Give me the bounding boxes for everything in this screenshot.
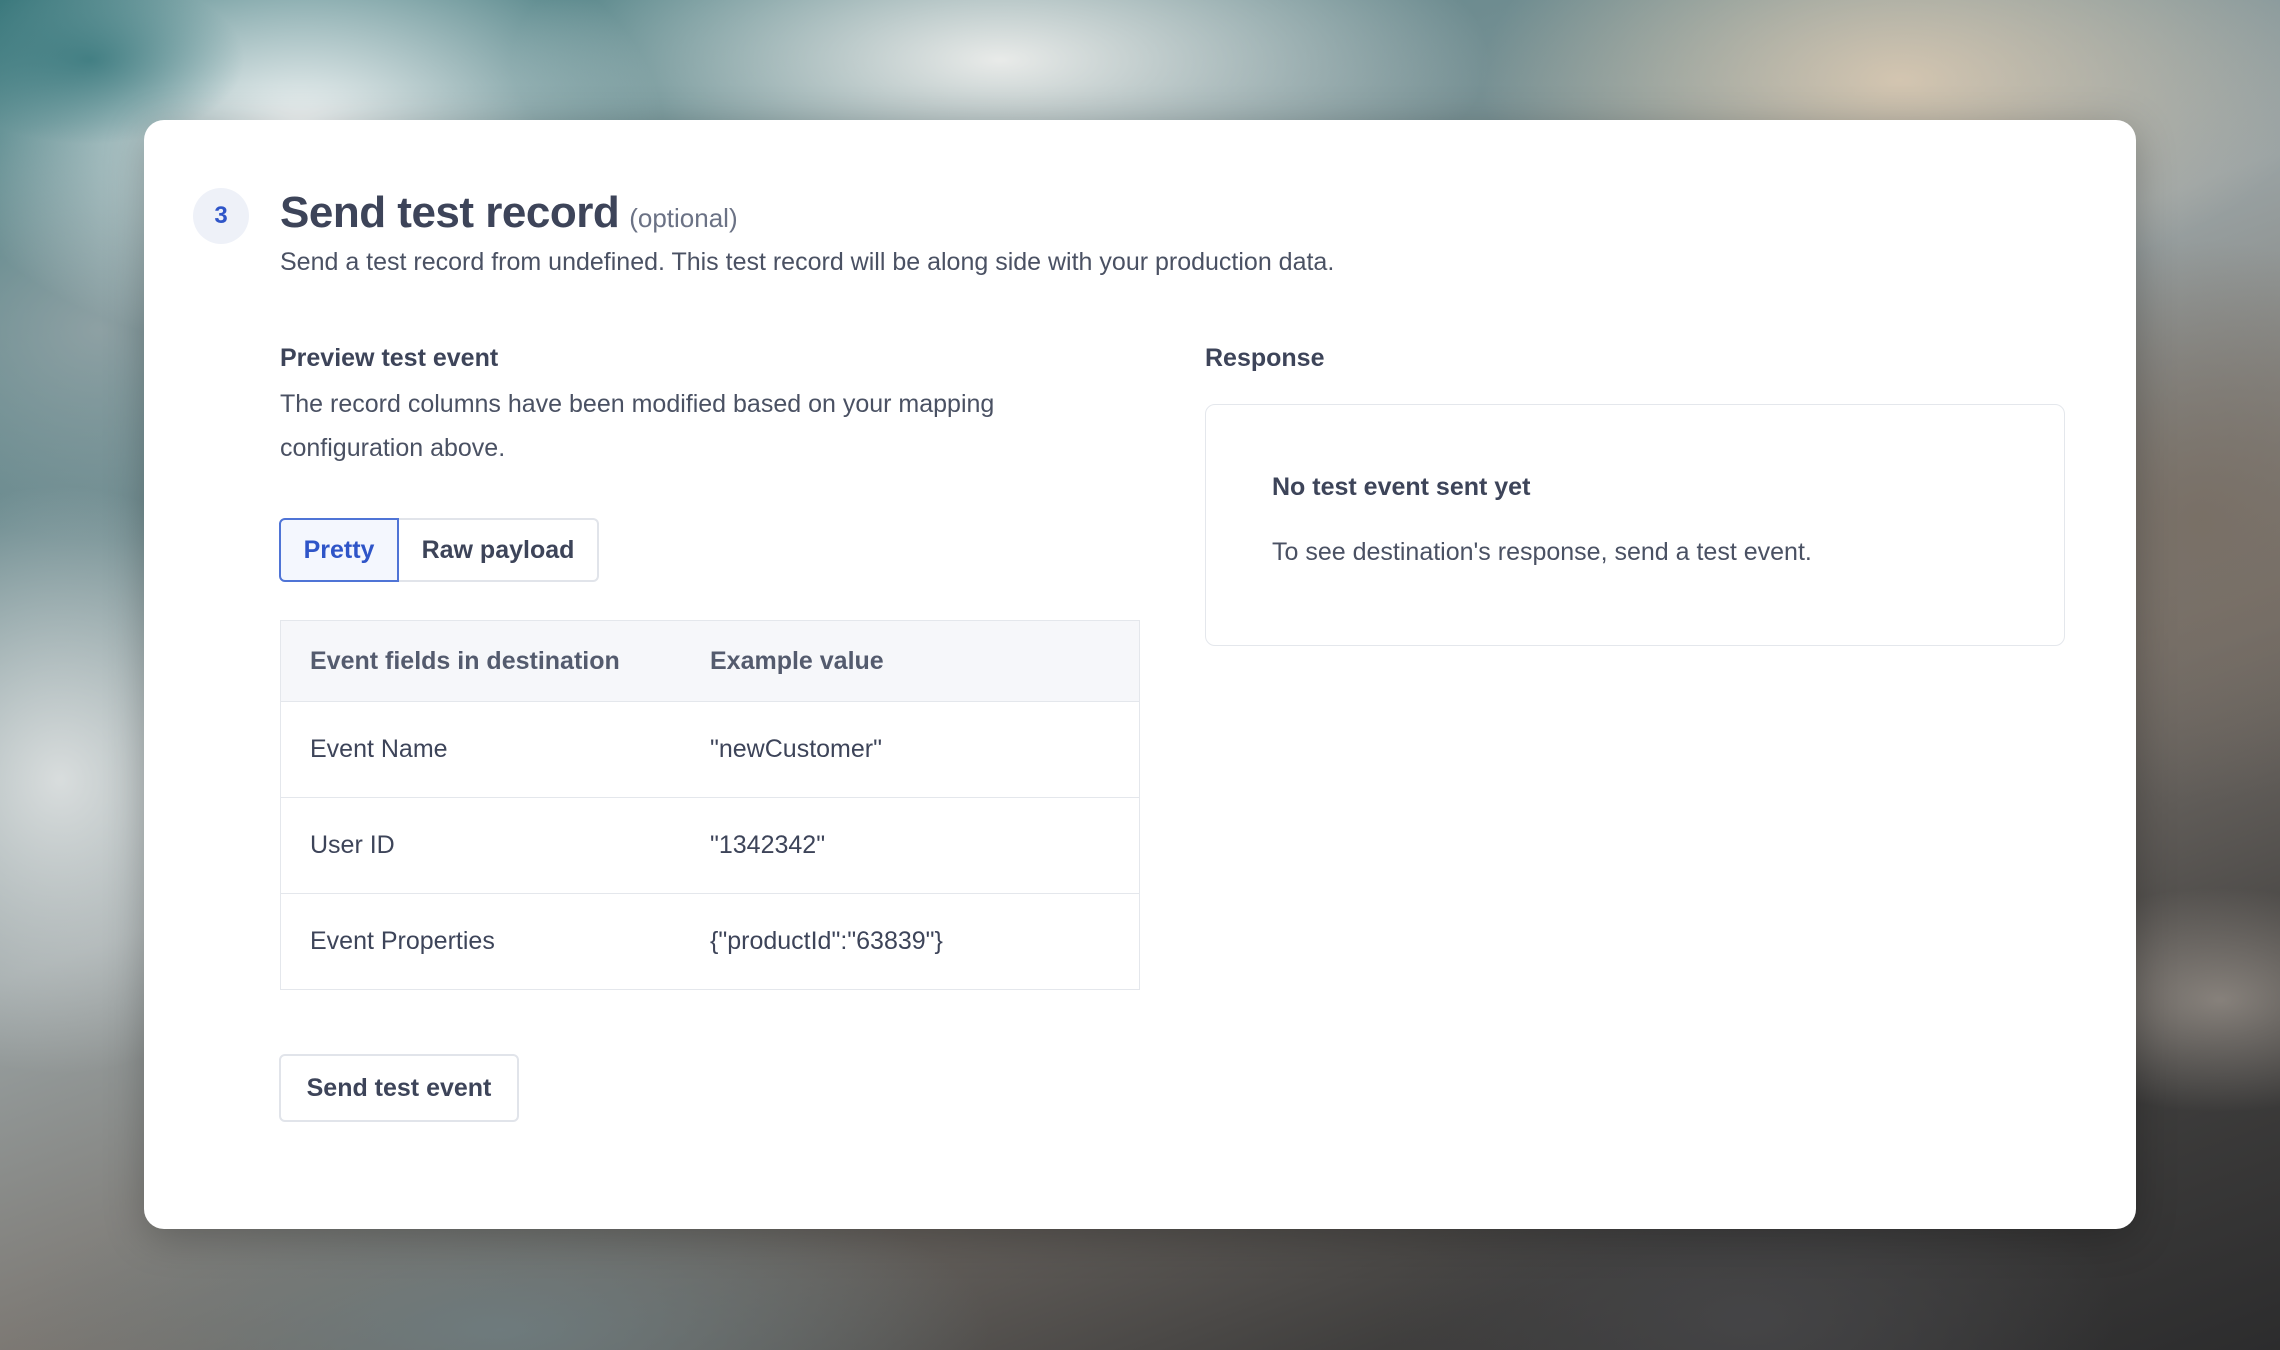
column-header-field: Event fields in destination [310, 646, 620, 675]
preview-description: The record columns have been modified ba… [280, 390, 995, 462]
response-label: Response [1205, 344, 1325, 372]
table-row: Event Name "newCustomer" [281, 702, 1139, 798]
row-value: "1342342" [710, 831, 826, 859]
row-value: {"productId":"63839"} [710, 927, 943, 955]
tab-pretty[interactable]: Pretty [279, 518, 399, 582]
column-header-value: Example value [710, 646, 884, 675]
section-title-row: Send test record (optional) [280, 188, 738, 238]
response-panel: No test event sent yet To see destinatio… [1205, 404, 2065, 646]
send-test-record-card: 3 Send test record (optional) Send a tes… [144, 120, 2136, 1229]
table-row: Event Properties {"productId":"63839"} [281, 894, 1139, 989]
section-title: Send test record [280, 188, 620, 237]
step-number: 3 [214, 202, 228, 229]
tab-raw-payload[interactable]: Raw payload [399, 518, 599, 582]
row-value: "newCustomer" [710, 735, 882, 763]
table-row: User ID "1342342" [281, 798, 1139, 894]
view-toggle: Pretty Raw payload [279, 518, 599, 582]
row-field: Event Name [310, 735, 448, 763]
preview-table: Event fields in destination Example valu… [280, 620, 1140, 990]
response-empty-text: To see destination's response, send a te… [1272, 538, 1812, 566]
preview-label: Preview test event [280, 344, 499, 372]
step-number-badge: 3 [193, 188, 249, 244]
row-field: Event Properties [310, 927, 495, 955]
section-subtitle: Send a test record from undefined. This … [280, 248, 1335, 276]
send-test-event-button[interactable]: Send test event [279, 1054, 519, 1122]
optional-label: (optional) [629, 203, 738, 233]
row-field: User ID [310, 831, 395, 859]
table-header-row: Event fields in destination Example valu… [281, 621, 1139, 702]
response-empty-title: No test event sent yet [1272, 473, 1531, 501]
